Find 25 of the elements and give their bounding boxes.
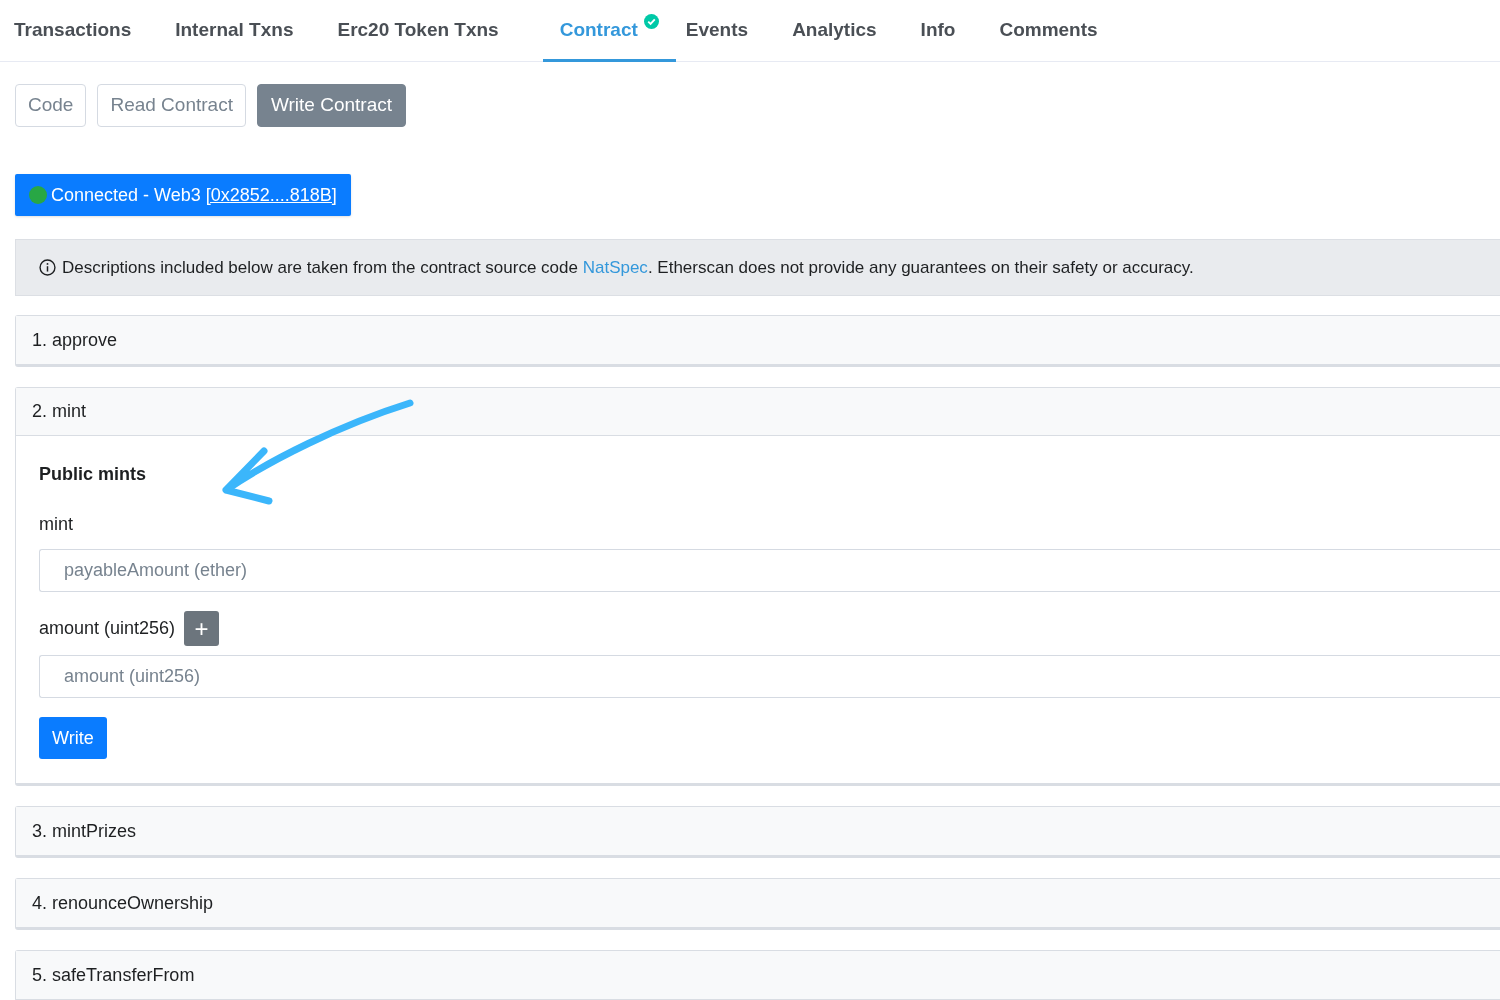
input-field[interactable]: payableAmount (ether) [39, 549, 1500, 592]
function-header[interactable]: 2. mint [16, 388, 1500, 436]
sub-tab[interactable]: Read Contract [97, 84, 246, 127]
add-button[interactable]: + [184, 611, 220, 646]
tab[interactable]: Events [685, 0, 749, 62]
function-header[interactable]: 4. renounceOwnership [16, 879, 1500, 927]
section-heading: Public mints [39, 463, 147, 486]
function-header[interactable]: 3. mintPrizes [16, 807, 1500, 855]
connected-button[interactable]: Connected - Web3 [0x2852....818B] [15, 174, 351, 216]
tab[interactable]: Comments [999, 0, 1098, 62]
field-label: amount (uint256) [39, 617, 176, 640]
sub-tab[interactable]: Code [15, 84, 87, 127]
tab[interactable]: Internal Txns [175, 0, 294, 62]
tab[interactable]: Transactions [14, 0, 132, 62]
field-label: mint [39, 513, 74, 536]
function-header[interactable]: 1. approve [16, 316, 1500, 364]
notice-text: Descriptions included below are taken from the contract source code NatSpec. Etherscan does not provide any guarantees on their safety or accuracy. [62, 256, 1194, 279]
sub-tab[interactable]: Write Contract [256, 84, 406, 127]
tab[interactable]: Info [920, 0, 956, 62]
tab[interactable]: Erc20 Token Txns [337, 0, 499, 62]
write-button[interactable]: Write [39, 717, 107, 759]
function-header[interactable]: 5. safeTransferFrom [16, 951, 1500, 999]
tab[interactable]: Analytics [792, 0, 877, 62]
input-field[interactable]: amount (uint256) [39, 655, 1500, 698]
info-icon [39, 259, 56, 276]
